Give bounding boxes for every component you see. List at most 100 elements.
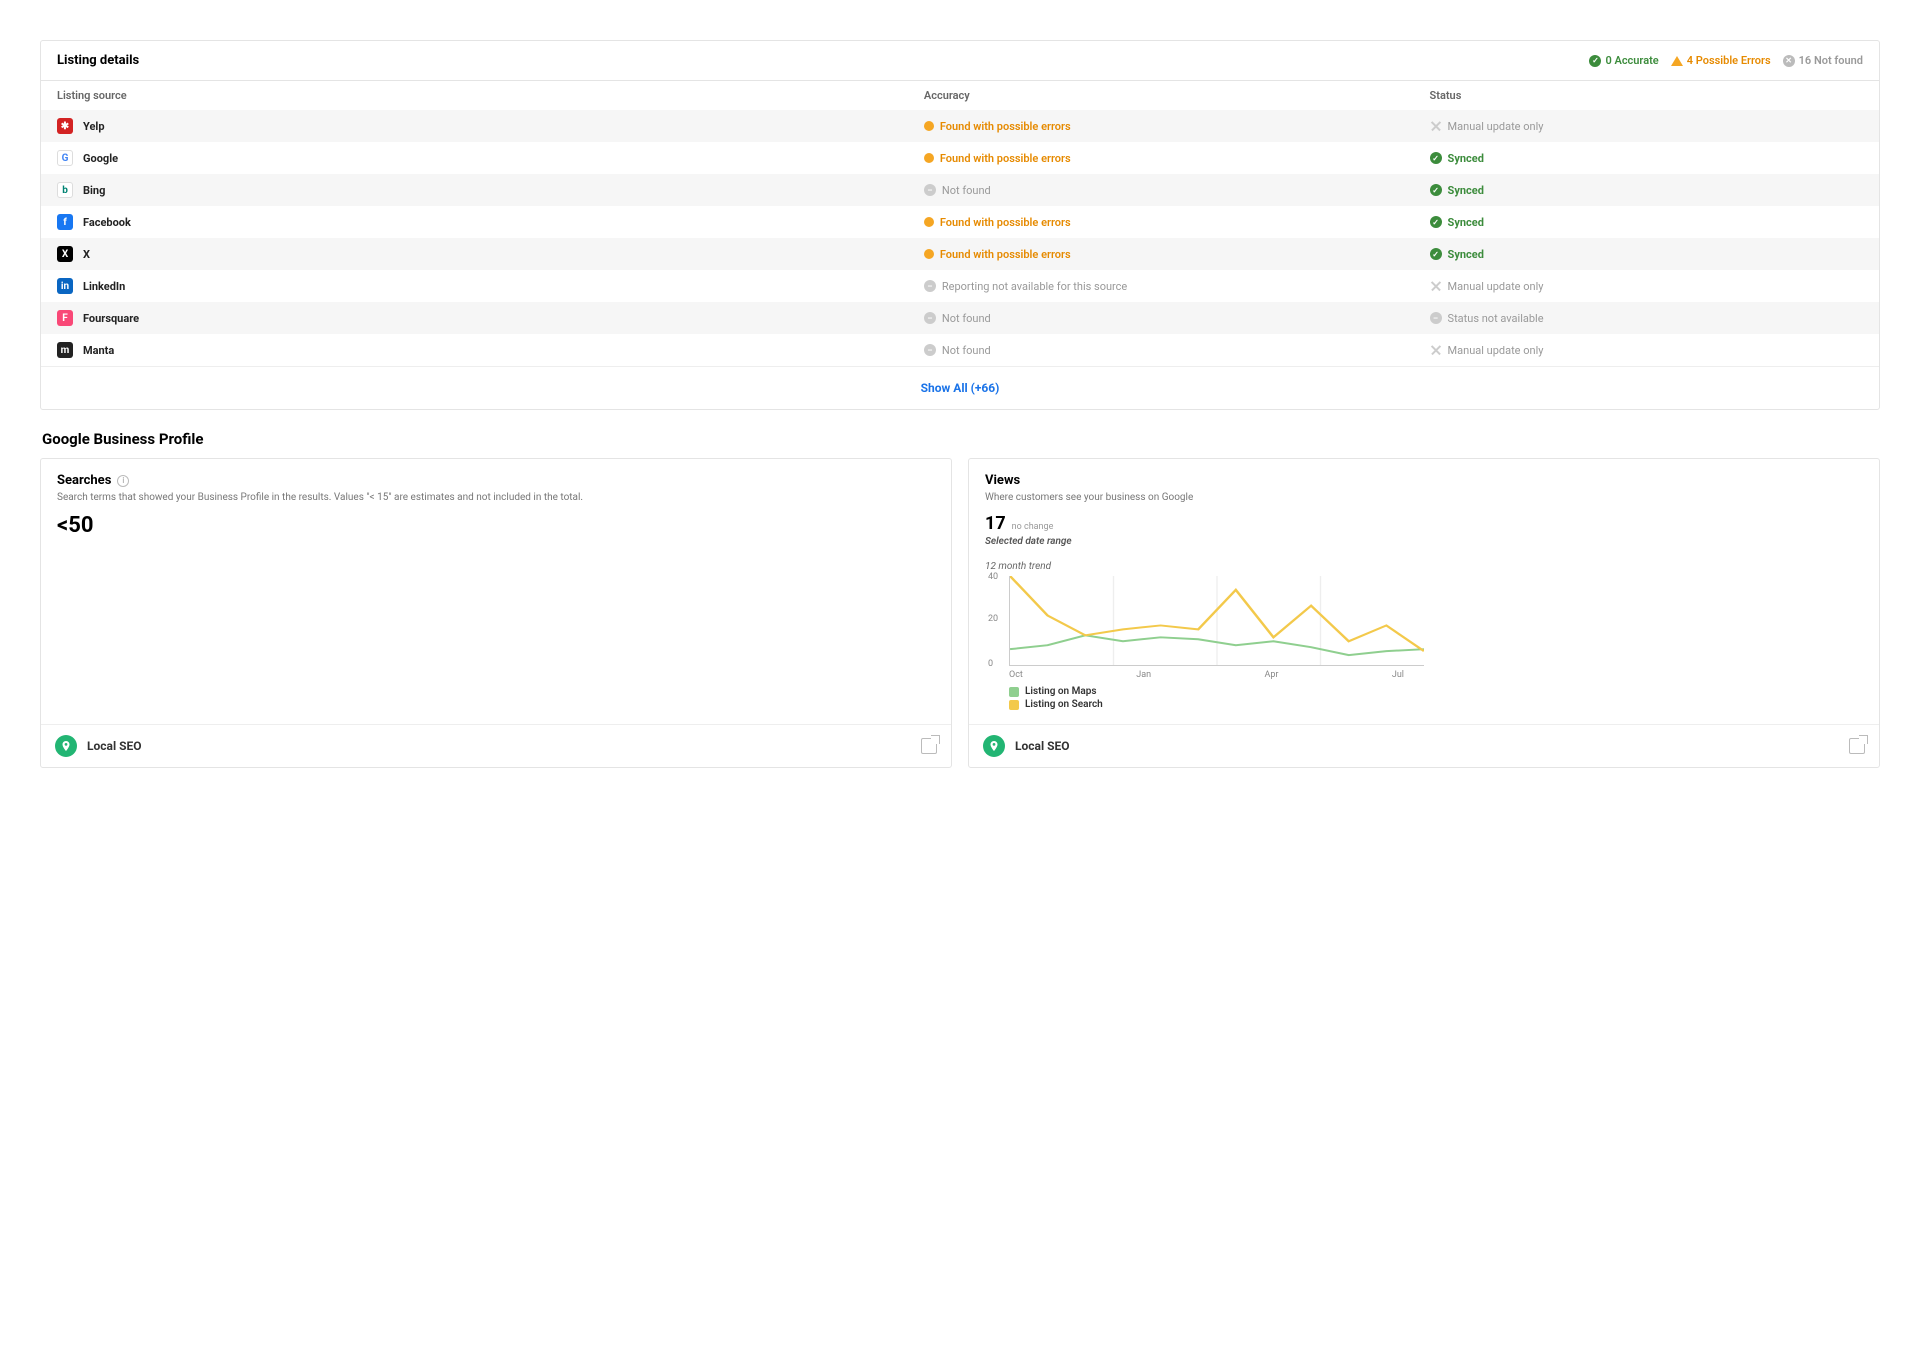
accuracy-text: Not found [942, 344, 991, 357]
bing-source-icon: b [57, 182, 73, 198]
table-row[interactable]: f Facebook Found with possible errors ✓ Sync… [41, 206, 1879, 238]
table-row[interactable]: XX Found with possible errors ✓ Synced [41, 238, 1879, 270]
yelp-source-icon: ✱ [57, 118, 73, 134]
google-source-icon: G [57, 150, 73, 166]
local-seo-pin-icon [55, 735, 77, 757]
legend-possible-errors: 4 Possible Errors [1671, 54, 1771, 67]
facebook-source-icon: f [57, 214, 73, 230]
na-dot-icon: – [924, 344, 936, 356]
table-row[interactable]: FFoursquare–Not found–Status not availab… [41, 302, 1879, 334]
check-circle-icon: ✓ [1430, 152, 1442, 164]
warning-triangle-icon [1671, 56, 1683, 66]
views-selected-range: Selected date range [985, 536, 1863, 547]
accuracy-text: Found with possible errors [940, 120, 1071, 133]
table-row[interactable]: m Manta –Not found Manual update only [41, 334, 1879, 366]
accuracy-text: Not found [942, 184, 991, 197]
views-footer-label: Local SEO [1015, 739, 1070, 753]
table-row[interactable]: GGoogleFound with possible errors✓Synced [41, 142, 1879, 174]
local-seo-pin-icon [983, 735, 1005, 757]
y-tick: 0 [988, 659, 993, 669]
source-name: Facebook [83, 216, 131, 229]
status-text: Status not available [1448, 312, 1544, 325]
show-all-link[interactable]: Show All (+66) [921, 381, 1000, 395]
views-title: Views [985, 473, 1863, 488]
status-text: Synced [1448, 216, 1484, 229]
linkedin-source-icon: in [57, 278, 73, 294]
gbp-panels: Searches i Search terms that showed your… [40, 458, 1880, 768]
x-source-icon: X [57, 246, 73, 262]
na-dot-icon: – [924, 312, 936, 324]
manual-update-icon [1430, 280, 1442, 292]
na-dot-icon: – [924, 280, 936, 292]
y-tick: 20 [988, 614, 998, 624]
check-circle-icon: ✓ [1430, 216, 1442, 228]
views-footer: Local SEO [969, 724, 1879, 767]
accuracy-text: Found with possible errors [940, 248, 1071, 261]
accuracy-text: Not found [942, 312, 991, 325]
views-subtitle: Where customers see your business on Goo… [985, 492, 1863, 503]
views-panel: Views Where customers see your business … [968, 458, 1880, 768]
col-header-accuracy: Accuracy [924, 89, 1430, 102]
searches-footer-label: Local SEO [87, 739, 142, 753]
foursquare-source-icon: F [57, 310, 73, 326]
manual-update-icon [1430, 120, 1442, 132]
views-x-labels: Oct Jan Apr Jul [1009, 666, 1424, 680]
col-header-source: Listing source [57, 89, 924, 102]
views-value: 17 [985, 513, 1006, 534]
views-value-row: 17 no change [985, 513, 1863, 534]
status-text: Synced [1448, 184, 1484, 197]
gbp-section-title: Google Business Profile [42, 430, 1880, 448]
table-row[interactable]: in LinkedIn –Reporting not available for t… [41, 270, 1879, 302]
legend-swatch-maps [1009, 687, 1019, 697]
not-found-circle-icon: ✕ [1783, 55, 1795, 67]
listing-details-header: Listing details ✓ 0 Accurate 4 Possible … [41, 41, 1879, 81]
source-name: Bing [83, 184, 105, 197]
na-dot-icon: – [924, 184, 936, 196]
searches-value: <50 [57, 513, 935, 538]
source-name: Yelp [83, 120, 105, 133]
warning-dot-icon [924, 249, 934, 259]
manta-source-icon: m [57, 342, 73, 358]
na-dot-icon: – [1430, 312, 1442, 324]
warning-dot-icon [924, 217, 934, 227]
listing-details-card: Listing details ✓ 0 Accurate 4 Possible … [40, 40, 1880, 410]
views-chart-legend: Listing on Maps Listing on Search [1009, 686, 1424, 710]
legend-accurate: ✓ 0 Accurate [1589, 54, 1658, 67]
listing-accuracy-legend: ✓ 0 Accurate 4 Possible Errors ✕ 16 Not … [1589, 54, 1863, 67]
source-name: X [83, 248, 90, 261]
listing-table: Listing source Accuracy Status ✱ Yelp Foun… [41, 81, 1879, 366]
searches-subtitle: Search terms that showed your Business P… [57, 492, 935, 503]
source-name: Google [83, 152, 118, 165]
legend-not-found: ✕ 16 Not found [1783, 54, 1863, 67]
accuracy-text: Found with possible errors [940, 216, 1071, 229]
searches-title: Searches i [57, 473, 935, 488]
open-external-icon[interactable] [921, 738, 937, 754]
y-tick: 40 [988, 572, 998, 582]
listing-table-rows: ✱ Yelp Found with possible errors Manual up… [41, 110, 1879, 366]
table-row[interactable]: b Bing –Not found ✓ Synced [41, 174, 1879, 206]
listing-table-header: Listing source Accuracy Status [41, 81, 1879, 110]
views-trend-label: 12 month trend [985, 561, 1863, 572]
col-header-status: Status [1430, 89, 1863, 102]
source-name: Foursquare [83, 312, 139, 325]
views-nochange: no change [1012, 522, 1054, 532]
accuracy-text: Found with possible errors [940, 152, 1071, 165]
searches-footer: Local SEO [41, 724, 951, 767]
accuracy-text: Reporting not available for this source [942, 280, 1127, 293]
status-text: Manual update only [1448, 120, 1544, 133]
warning-dot-icon [924, 121, 934, 131]
source-name: Manta [83, 344, 114, 357]
check-circle-icon: ✓ [1430, 248, 1442, 260]
info-icon[interactable]: i [117, 475, 129, 487]
legend-swatch-search [1009, 700, 1019, 710]
warning-dot-icon [924, 153, 934, 163]
open-external-icon[interactable] [1849, 738, 1865, 754]
source-name: LinkedIn [83, 280, 125, 293]
listing-details-title: Listing details [57, 53, 139, 68]
check-circle-icon: ✓ [1430, 184, 1442, 196]
status-text: Manual update only [1448, 280, 1544, 293]
manual-update-icon [1430, 344, 1442, 356]
status-text: Manual update only [1448, 344, 1544, 357]
table-row[interactable]: ✱ Yelp Found with possible errors Manual up… [41, 110, 1879, 142]
status-text: Synced [1448, 248, 1484, 261]
